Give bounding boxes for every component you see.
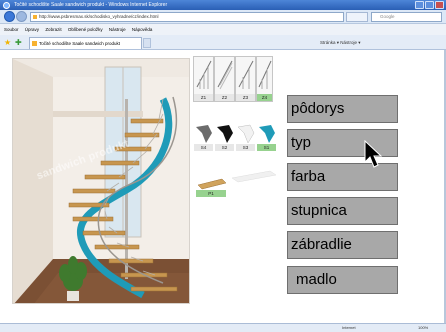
add-favorite-icon[interactable]: ✚ (15, 38, 22, 47)
minimize-icon[interactable] (415, 1, 424, 9)
menu-favorites[interactable]: Oblíbené položky (68, 27, 103, 32)
menu-button-madlo[interactable]: madlo (287, 266, 398, 294)
railing-option-z3[interactable]: Z3 (235, 56, 256, 102)
stringer-color-icon (196, 125, 212, 143)
new-tab-button[interactable] (143, 38, 151, 48)
railing-thumb-icon (217, 60, 233, 90)
tread-label: P1 (196, 190, 226, 197)
security-zone: Internet (342, 325, 356, 330)
command-bar[interactable]: Stránka ▾ Nástroje ▾ (320, 37, 361, 48)
stringer-color-icon (259, 125, 275, 143)
railing-label: Z2 (215, 94, 234, 101)
staircase-preview: sandwich produkt (12, 58, 190, 304)
color-option-s2[interactable]: S2 (214, 118, 235, 152)
status-bar: Internet 100% (0, 323, 446, 332)
stringer-color-icon (217, 125, 233, 143)
railing-thumb-icon (196, 60, 212, 89)
railing-label: Z1 (194, 94, 213, 101)
color-option-s4[interactable]: S4 (193, 118, 214, 152)
menu-button-zabradlie[interactable]: zábradlie (287, 231, 398, 259)
railing-thumb-icon (238, 60, 254, 89)
close-icon[interactable] (435, 1, 444, 9)
page-icon (33, 15, 37, 19)
zoom-level[interactable]: 100% (418, 324, 428, 332)
tread-icon (197, 178, 227, 190)
ie-logo-icon (3, 2, 10, 9)
color-label: S1 (257, 144, 276, 151)
back-button[interactable] (4, 11, 15, 22)
menu-view[interactable]: Zobrazit (45, 27, 61, 32)
search-placeholder: Google (380, 14, 395, 19)
address-row: http://www.psbresmax.sk/schodisko_vyhrad… (0, 10, 446, 24)
address-field[interactable]: http://www.psbresmax.sk/schodisko_vyhrad… (30, 12, 344, 22)
color-option-s1[interactable]: S1 (256, 118, 277, 152)
tab-active[interactable]: Točité schodište Saale sandwich produkt (29, 37, 142, 49)
tread-option-p1[interactable]: P1 (195, 174, 227, 198)
tab-page-icon (32, 41, 37, 46)
color-label: S4 (194, 144, 213, 151)
menu-help[interactable]: Nápověda (132, 27, 153, 32)
search-input[interactable]: Google (371, 12, 442, 22)
menu-edit[interactable]: Úpravy (25, 27, 39, 32)
mouse-cursor-icon (364, 140, 383, 168)
refresh-stop-buttons[interactable] (346, 12, 368, 22)
railing-option-z4[interactable]: Z4 (256, 56, 273, 102)
forward-button[interactable] (16, 11, 27, 22)
color-option-s3[interactable]: S3 (235, 118, 256, 152)
railing-label: Z3 (236, 94, 255, 101)
tread-ghost-icon (231, 170, 277, 183)
color-label: S2 (215, 144, 234, 151)
address-url: http://www.psbresmax.sk/schodisko_vyhrad… (39, 14, 159, 19)
menu-button-stupnica[interactable]: stupnica (287, 197, 398, 225)
menu-button-podorys[interactable]: pôdorys (287, 95, 398, 123)
window-title: Točité schodište Saale sandwich produkt … (14, 2, 168, 8)
menu-file[interactable]: Soubor (4, 27, 19, 32)
railing-label: Z4 (257, 94, 272, 101)
railing-option-z2[interactable]: Z2 (214, 56, 235, 102)
railing-thumb-icon (258, 60, 272, 89)
menu-bar: Soubor Úpravy Zobrazit Oblíbené položky … (0, 24, 446, 35)
color-label: S3 (236, 144, 255, 151)
tab-label: Točité schodište Saale sandwich produkt (39, 41, 121, 46)
page-viewport: sandwich produkt Z1 Z2 Z3 Z4 S4 S2 S3 S1… (0, 50, 446, 323)
menu-tools[interactable]: Nástroje (109, 27, 126, 32)
command-bar-text: Stránka ▾ Nástroje ▾ (320, 40, 361, 45)
favorites-star-icon[interactable]: ★ (4, 38, 11, 47)
railing-option-z1[interactable]: Z1 (193, 56, 214, 102)
stringer-color-icon (237, 124, 255, 144)
tab-row: ★ ✚ Točité schodište Saale sandwich prod… (0, 35, 446, 50)
window-titlebar[interactable]: Točité schodište Saale sandwich produkt … (0, 0, 446, 10)
window-controls (415, 1, 444, 9)
maximize-icon[interactable] (425, 1, 434, 9)
